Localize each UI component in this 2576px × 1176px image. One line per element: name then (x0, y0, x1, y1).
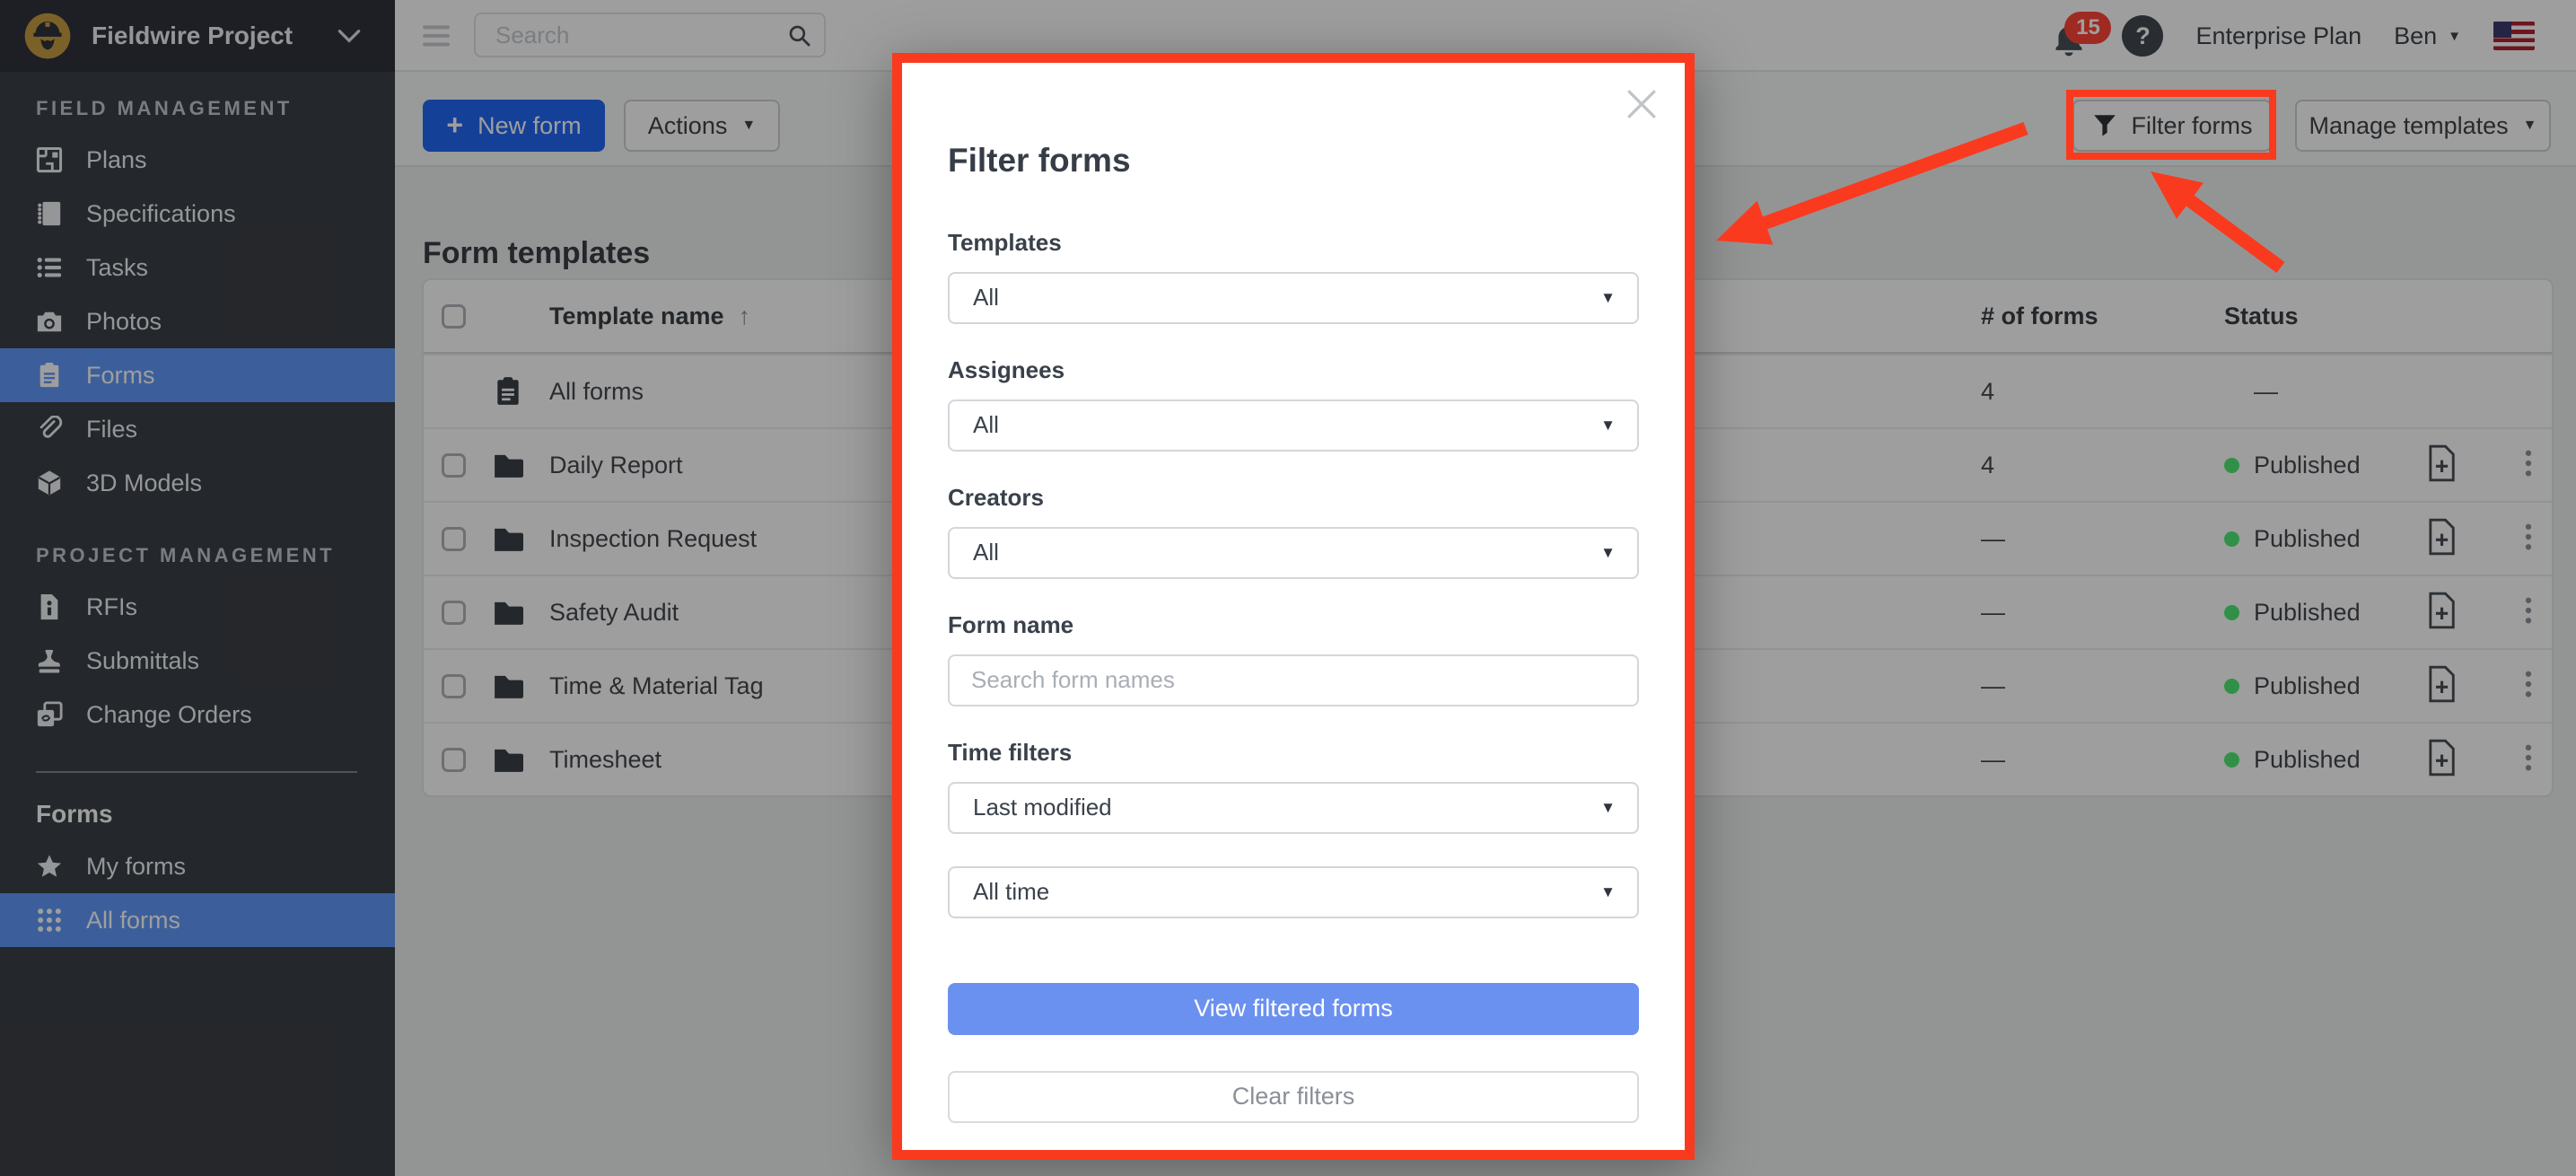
dropdown-value: Last modified (973, 794, 1112, 821)
dropdown-value: All (973, 539, 999, 566)
dropdown-value: All (973, 411, 999, 439)
field-label: Templates (948, 229, 1639, 256)
dropdown-select[interactable]: All ▼ (948, 399, 1639, 452)
dropdown-select[interactable]: All time ▼ (948, 866, 1639, 918)
dropdown-value: All time (973, 878, 1049, 906)
filter-field-group: Creators All ▼ (948, 484, 1639, 579)
dropdown-select[interactable]: Last modified ▼ (948, 782, 1639, 834)
chevron-down-icon: ▼ (1600, 417, 1616, 434)
filter-field-group: Form name (948, 611, 1639, 706)
modal-fields: Templates All ▼ Assignees All ▼ Creators (948, 229, 1639, 918)
dropdown-value: All (973, 284, 999, 312)
field-label: Assignees (948, 356, 1639, 383)
filter-field-group: Assignees All ▼ (948, 356, 1639, 452)
dropdown-select[interactable]: All ▼ (948, 272, 1639, 324)
chevron-down-icon: ▼ (1600, 883, 1616, 901)
modal-title: Filter forms (948, 141, 1639, 180)
chevron-down-icon: ▼ (1600, 799, 1616, 817)
field-label: Time filters (948, 739, 1639, 766)
filter-forms-modal: Filter forms Templates All ▼ Assignees A… (892, 53, 1695, 1160)
chevron-down-icon: ▼ (1600, 544, 1616, 562)
dropdown-select[interactable]: All ▼ (948, 527, 1639, 579)
filter-field-group: Time filters Last modified ▼ (948, 739, 1639, 834)
field-label: Form name (948, 611, 1639, 638)
chevron-down-icon: ▼ (1600, 289, 1616, 307)
view-filtered-forms-button[interactable]: View filtered forms (948, 983, 1639, 1035)
form-name-input[interactable] (948, 654, 1639, 706)
filter-field-group: Templates All ▼ (948, 229, 1639, 324)
close-icon[interactable] (1622, 84, 1661, 124)
app-window: Fieldwire Project FIELD MANAGEMENT Plans… (0, 0, 2576, 1176)
annotation-highlight-box (2066, 90, 2276, 160)
field-label: Creators (948, 484, 1639, 511)
clear-filters-button[interactable]: Clear filters (948, 1071, 1639, 1123)
filter-field-group: All time ▼ (948, 866, 1639, 918)
